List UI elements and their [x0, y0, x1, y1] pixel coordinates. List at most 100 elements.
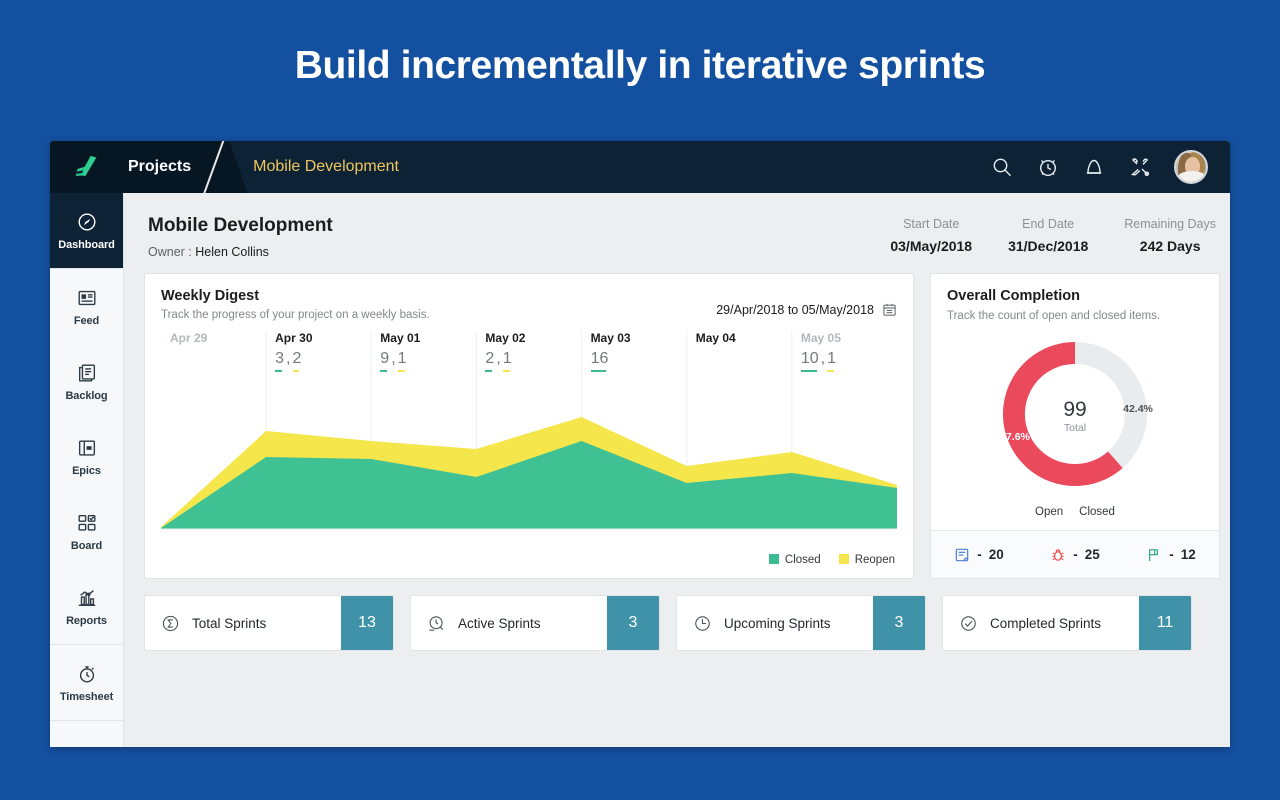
overall-completion-card: Overall Completion Track the count of op… — [930, 273, 1220, 579]
sprint-card-body: Completed Sprints — [943, 596, 1139, 650]
chart-column-date: Apr 30 — [275, 331, 371, 345]
meta-label: Remaining Days — [1124, 217, 1216, 231]
closed-count: 9 — [380, 350, 389, 372]
gauge-icon — [76, 211, 98, 233]
calendar-icon — [882, 302, 897, 317]
sidebar-item-board[interactable]: Board — [50, 494, 123, 569]
sprinter-logo-icon — [72, 152, 102, 182]
donut-legend: Open Closed — [931, 506, 1219, 530]
weekly-digest-chart: Apr 29 Apr 30 3,2 M — [161, 331, 897, 561]
sprint-card-body: Upcoming Sprints — [677, 596, 873, 650]
chart-column-values: 9,1 — [380, 350, 476, 372]
sidebar-item-label: Reports — [66, 615, 107, 627]
sprint-card-upcoming[interactable]: Upcoming Sprints 3 — [676, 595, 926, 651]
weekly-digest-title: Weekly Digest — [161, 288, 430, 304]
sidebar-item-reports[interactable]: Reports — [50, 569, 123, 644]
legend-label: Closed — [785, 554, 821, 566]
sidebar-item-label: Backlog — [65, 390, 107, 402]
chart-column-date: May 04 — [696, 331, 792, 345]
legend-item-closed[interactable]: Closed — [769, 554, 821, 566]
stat-value: 25 — [1085, 547, 1100, 562]
meta-label: Start Date — [890, 217, 972, 231]
legend-label: Reopen — [855, 554, 895, 566]
sprint-card-count: 3 — [873, 596, 925, 650]
breadcrumb-projects-label: Projects — [128, 158, 191, 176]
stat-separator: - — [977, 547, 982, 562]
legend-item-reopen[interactable]: Reopen — [839, 554, 895, 566]
overall-completion-title: Overall Completion — [947, 288, 1203, 304]
chart-column-values: 10,1 — [801, 350, 897, 372]
sprint-card-label: Completed Sprints — [990, 616, 1101, 631]
stopwatch-icon — [76, 663, 98, 685]
breadcrumb-project-name[interactable]: Mobile Development — [253, 158, 399, 176]
meta-value: 242 Days — [1124, 238, 1216, 254]
milestone-flag-icon — [1146, 547, 1162, 563]
app-logo[interactable] — [50, 141, 124, 193]
donut-center-value: 99 — [1063, 398, 1086, 421]
legend-item-closed[interactable]: Closed — [1079, 506, 1115, 518]
sprint-card-count: 13 — [341, 596, 393, 650]
donut-label-closed: 57.6% — [1000, 431, 1030, 443]
sprint-summary-row: Total Sprints 13 Active Spr — [144, 595, 1220, 651]
chart-column: Apr 30 3,2 — [266, 331, 371, 372]
value-separator: , — [821, 350, 825, 372]
sidebar: Dashboard Feed — [50, 193, 124, 747]
chart-column-date: May 01 — [380, 331, 476, 345]
clock-icon — [693, 614, 712, 633]
project-owner: Owner : Helen Collins — [148, 245, 333, 259]
check-circle-icon — [959, 614, 978, 633]
reopen-count: 2 — [293, 350, 302, 372]
legend-label: Open — [1035, 506, 1063, 518]
sprint-card-active[interactable]: Active Sprints 3 — [410, 595, 660, 651]
chart-column: May 05 10,1 — [792, 331, 897, 372]
sidebar-divider — [50, 720, 123, 721]
donut-chart: 99 Total 42.4% 57.6% — [931, 328, 1219, 506]
stat-tasks[interactable]: - 20 — [931, 547, 1027, 563]
reports-icon — [76, 587, 98, 609]
stat-milestones[interactable]: - 12 — [1123, 547, 1219, 563]
sidebar-item-feed[interactable]: Feed — [50, 269, 123, 344]
closed-count: 3 — [275, 350, 284, 372]
chart-column: May 03 16 — [582, 331, 687, 372]
weekly-digest-card: Weekly Digest Track the progress of your… — [144, 273, 914, 579]
sprint-card-total[interactable]: Total Sprints 13 — [144, 595, 394, 651]
value-separator: , — [391, 350, 395, 372]
chart-column-values: 3,2 — [275, 350, 371, 372]
chart-column: May 04 — [687, 331, 792, 372]
search-icon[interactable] — [990, 155, 1014, 179]
feed-icon — [76, 287, 98, 309]
app-body: Dashboard Feed — [50, 193, 1230, 747]
chart-column-values: 2,1 — [485, 350, 581, 372]
stat-bugs[interactable]: - 25 — [1027, 547, 1123, 563]
stat-separator: - — [1073, 547, 1078, 562]
app-window: Projects Mobile Development — [50, 141, 1230, 747]
sidebar-item-label: Epics — [72, 465, 101, 477]
sidebar-item-dashboard[interactable]: Dashboard — [50, 193, 123, 268]
sidebar-item-epics[interactable]: Epics — [50, 419, 123, 494]
dashboard-widgets: Weekly Digest Track the progress of your… — [144, 273, 1220, 579]
meta-value: 03/May/2018 — [890, 238, 972, 254]
reopen-count: 1 — [827, 350, 836, 372]
bell-icon[interactable] — [1082, 155, 1106, 179]
tools-icon[interactable] — [1128, 155, 1152, 179]
date-range-text: 29/Apr/2018 to 05/May/2018 — [716, 303, 874, 317]
chart-column-date: May 02 — [485, 331, 581, 345]
sprint-card-completed[interactable]: Completed Sprints 11 — [942, 595, 1192, 651]
sidebar-item-label: Feed — [74, 315, 99, 327]
meta-value: 31/Dec/2018 — [1008, 238, 1088, 254]
sprint-card-label: Total Sprints — [192, 616, 266, 631]
sprint-card-count: 11 — [1139, 596, 1191, 650]
closed-count: 2 — [485, 350, 494, 372]
date-range-selector[interactable]: 29/Apr/2018 to 05/May/2018 — [716, 288, 897, 317]
sprint-card-count: 3 — [607, 596, 659, 650]
legend-label: Closed — [1079, 506, 1115, 518]
sidebar-item-label: Dashboard — [58, 239, 115, 251]
meta-start-date: Start Date 03/May/2018 — [890, 217, 972, 254]
sidebar-item-timesheet[interactable]: Timesheet — [50, 645, 123, 720]
legend-item-open[interactable]: Open — [1035, 506, 1063, 518]
meta-label: End Date — [1008, 217, 1088, 231]
timer-icon[interactable] — [1036, 155, 1060, 179]
sidebar-item-backlog[interactable]: Backlog — [50, 344, 123, 419]
donut-label-open: 42.4% — [1123, 403, 1153, 415]
avatar[interactable] — [1174, 150, 1208, 184]
